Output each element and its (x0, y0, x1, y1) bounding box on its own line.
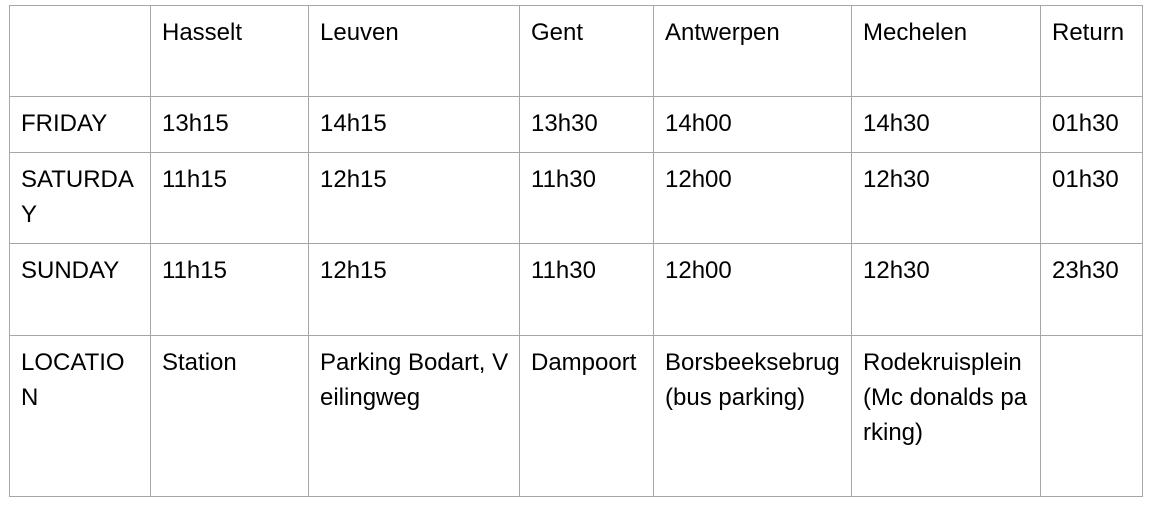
table-cell: 14h30 (851, 96, 1041, 153)
table-cell: 13h15 (150, 96, 309, 153)
table-cell: 12h30 (851, 243, 1041, 336)
table-cell: 11h15 (150, 152, 309, 244)
location-cell-mechelen: Rodekruisplein (Mc donalds parking) (851, 335, 1041, 497)
row-label-saturday: SATURDAY (9, 152, 151, 244)
table-cell: 12h15 (308, 243, 520, 336)
header-cell-mechelen: Mechelen (851, 5, 1041, 97)
location-cell-hasselt: Station (150, 335, 309, 497)
row-label-sunday: SUNDAY (9, 243, 151, 336)
table-cell: 01h30 (1040, 152, 1143, 244)
schedule-table: Hasselt Leuven Gent Antwerpen Mechelen R… (9, 5, 1143, 497)
table-row-saturday: SATURDAY 11h15 12h15 11h30 12h00 12h30 0… (9, 152, 1143, 244)
table-row-location: LOCATION Station Parking Bodart, Veiling… (9, 335, 1143, 497)
table-cell: 14h00 (653, 96, 852, 153)
table-cell: 12h15 (308, 152, 520, 244)
location-cell-return (1040, 335, 1143, 497)
table-cell: 23h30 (1040, 243, 1143, 336)
table-cell: 13h30 (519, 96, 654, 153)
table-cell: 11h15 (150, 243, 309, 336)
row-label-friday: FRIDAY (9, 96, 151, 153)
header-cell-return: Return (1040, 5, 1143, 97)
table-cell: 12h00 (653, 152, 852, 244)
location-cell-gent: Dampoort (519, 335, 654, 497)
table-cell: 14h15 (308, 96, 520, 153)
table-row-sunday: SUNDAY 11h15 12h15 11h30 12h00 12h30 23h… (9, 243, 1143, 336)
table-cell: 12h30 (851, 152, 1041, 244)
location-cell-leuven: Parking Bodart, Veilingweg (308, 335, 520, 497)
header-cell-corner (9, 5, 151, 97)
header-cell-hasselt: Hasselt (150, 5, 309, 97)
header-cell-gent: Gent (519, 5, 654, 97)
table-cell: 11h30 (519, 152, 654, 244)
table-cell: 11h30 (519, 243, 654, 336)
table-cell: 12h00 (653, 243, 852, 336)
row-label-location: LOCATION (9, 335, 151, 497)
header-row: Hasselt Leuven Gent Antwerpen Mechelen R… (9, 5, 1143, 97)
table-row-friday: FRIDAY 13h15 14h15 13h30 14h00 14h30 01h… (9, 96, 1143, 153)
location-cell-antwerpen: Borsbeeksebrug (bus parking) (653, 335, 852, 497)
table-cell: 01h30 (1040, 96, 1143, 153)
header-cell-leuven: Leuven (308, 5, 520, 97)
header-cell-antwerpen: Antwerpen (653, 5, 852, 97)
